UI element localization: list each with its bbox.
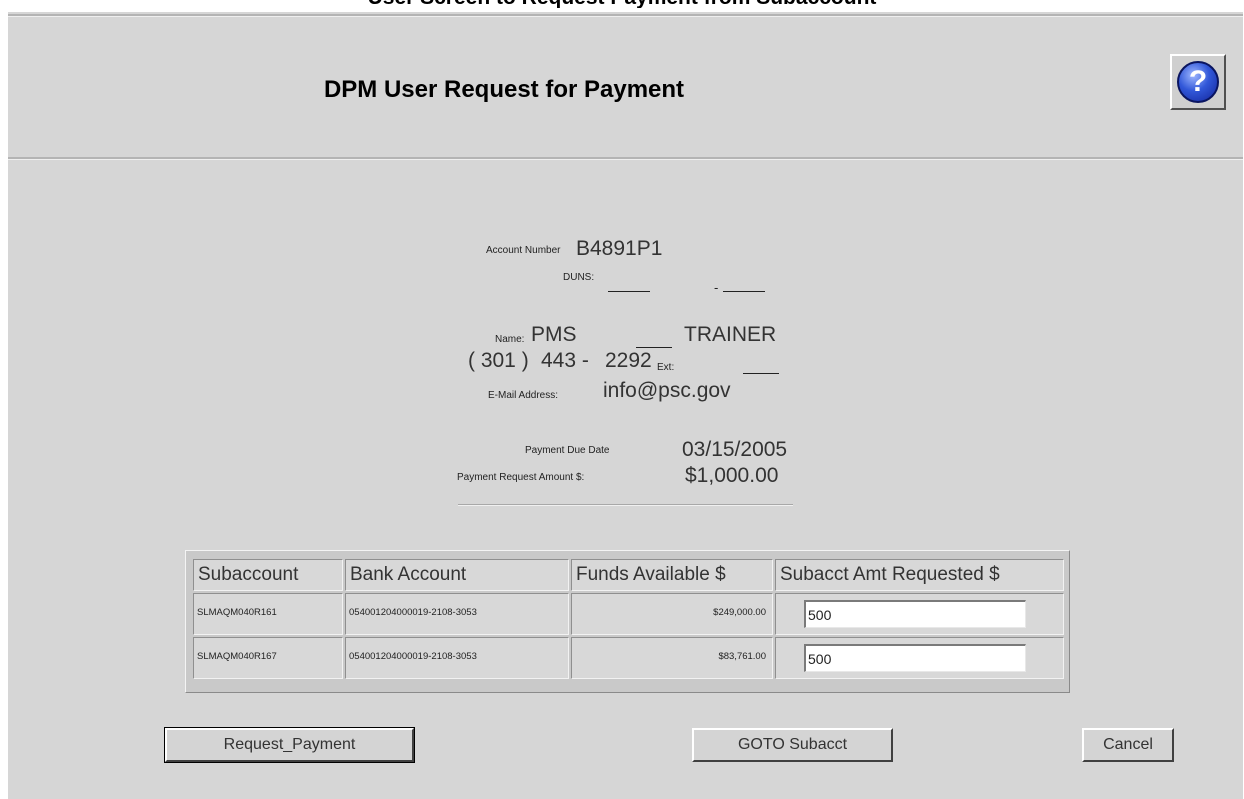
column-header-subaccount: Subaccount (193, 559, 343, 591)
row-2-funds-available: $83,761.00 (571, 637, 773, 679)
middle-name-blank (636, 347, 672, 348)
phone-area-code: ( 301 ) (468, 349, 529, 372)
row-2-amount-cell (775, 637, 1064, 679)
duns-blank-suffix (723, 291, 765, 292)
header-divider (8, 157, 1243, 160)
row-1-bank-account: 054001204000019-2108-3053 (345, 593, 569, 635)
request-payment-button[interactable]: Request_Payment (164, 727, 415, 763)
payment-due-date-value: 03/15/2005 (682, 438, 788, 461)
phone-prefix: 443 - (541, 349, 589, 372)
payment-divider (458, 504, 793, 506)
column-header-amount-requested: Subacct Amt Requested $ (775, 559, 1064, 591)
top-divider (8, 14, 1243, 17)
extension-blank (743, 373, 779, 374)
goto-subacct-button[interactable]: GOTO Subacct (692, 728, 893, 762)
payment-due-date-label: Payment Due Date (525, 445, 610, 456)
subaccount-table: Subaccount Bank Account Funds Available … (185, 550, 1070, 693)
page-caption: User Screen to Request Payment from Suba… (0, 0, 1244, 8)
payment-request-window: DPM User Request for Payment ? Account N… (8, 12, 1243, 799)
payment-amount-label: Payment Request Amount $: (457, 472, 585, 483)
row-1-amount-cell (775, 593, 1064, 635)
help-button[interactable]: ? (1170, 54, 1226, 110)
row-1-funds-available: $249,000.00 (571, 593, 773, 635)
extension-label: Ext: (657, 362, 675, 373)
row-1-amount-requested-input[interactable] (804, 600, 1026, 628)
phone-line: 2292 (605, 349, 652, 372)
payment-amount-value: $1,000.00 (685, 464, 779, 487)
cancel-button[interactable]: Cancel (1082, 728, 1174, 762)
last-name-value: TRAINER (684, 323, 777, 346)
duns-separator: - (714, 280, 719, 295)
account-number-label: Account Number (486, 245, 561, 256)
name-label: Name: (495, 334, 525, 345)
duns-label: DUNS: (563, 272, 595, 283)
help-icon: ? (1177, 61, 1219, 103)
column-header-bank-account: Bank Account (345, 559, 569, 591)
first-name-value: PMS (531, 323, 577, 346)
row-1-subaccount: SLMAQM040R161 (193, 593, 343, 635)
column-header-funds-available: Funds Available $ (571, 559, 773, 591)
account-number-value: B4891P1 (576, 237, 663, 260)
duns-blank-main (608, 291, 650, 292)
row-2-amount-requested-input[interactable] (804, 644, 1026, 672)
email-value: info@psc.gov (603, 379, 731, 402)
email-label: E-Mail Address: (488, 390, 559, 401)
page-title: DPM User Request for Payment (323, 76, 685, 103)
row-2-subaccount: SLMAQM040R167 (193, 637, 343, 679)
row-2-bank-account: 054001204000019-2108-3053 (345, 637, 569, 679)
